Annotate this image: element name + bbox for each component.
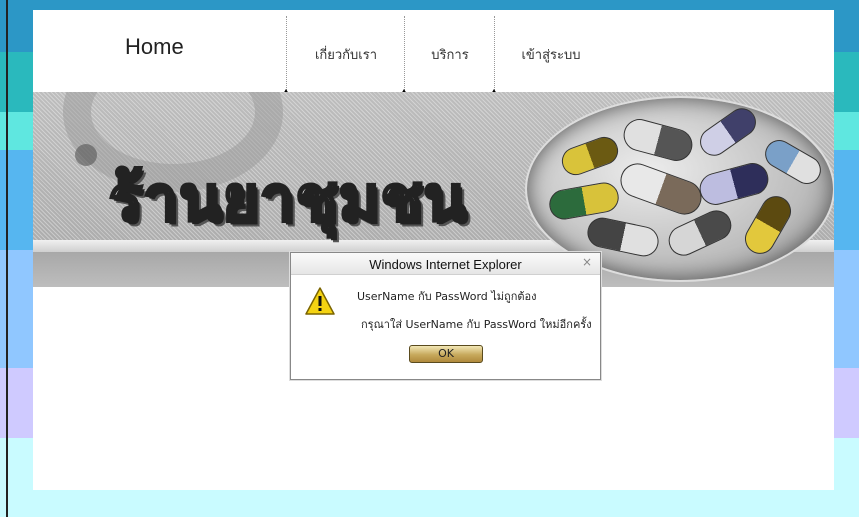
pill-shape (615, 158, 707, 220)
page-container: Home เกี่ยวกับเรา บริการ เข้าสู่ระบบ ร้า… (33, 10, 834, 490)
nav-item-about[interactable]: เกี่ยวกับเรา (289, 44, 403, 65)
nav-separator (491, 16, 497, 94)
nav-home-link[interactable]: Home (125, 34, 184, 60)
pill-shape (694, 102, 762, 162)
dialog-message: กรุณาใส่ UserName กับ PassWord ใหม่อีกคร… (361, 318, 592, 331)
dialog-message: UserName กับ PassWord ไม่ถูกต้อง (357, 290, 537, 303)
window-left-border (0, 0, 8, 517)
banner-title: ร้านยาชุมชน (107, 161, 468, 237)
nav-item-services[interactable]: บริการ (407, 44, 493, 65)
nav-separator (401, 16, 407, 94)
alert-dialog: Windows Internet Explorer × UserName กับ… (290, 252, 601, 380)
banner-decoration (75, 144, 97, 166)
pill-shape (620, 115, 696, 165)
dialog-titlebar[interactable]: Windows Internet Explorer × (291, 253, 600, 275)
nav-separator (283, 16, 289, 94)
dialog-title: Windows Internet Explorer (369, 257, 522, 272)
nav-item-login[interactable]: เข้าสู่ระบบ (497, 44, 605, 65)
pill-shape (557, 132, 623, 180)
ok-button[interactable]: OK (409, 345, 483, 363)
warning-icon (305, 287, 335, 315)
pill-shape (663, 205, 737, 261)
close-icon[interactable]: × (582, 255, 592, 269)
top-nav: Home เกี่ยวกับเรา บริการ เข้าสู่ระบบ (33, 10, 834, 94)
pill-shape (696, 159, 772, 209)
pill-shape (546, 180, 622, 222)
pill-shape (739, 190, 797, 260)
pill-shape (760, 134, 826, 190)
